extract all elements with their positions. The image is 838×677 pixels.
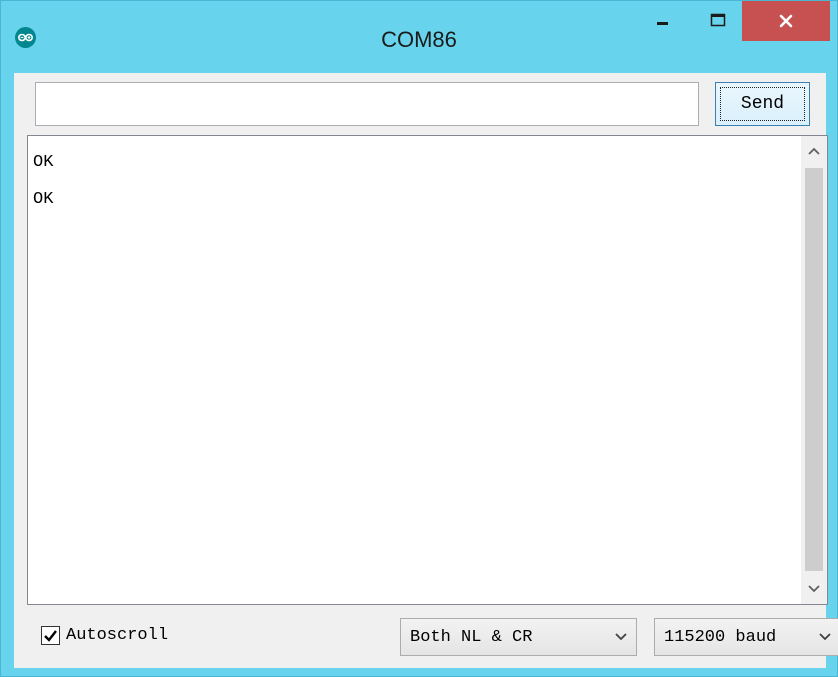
line-ending-value: Both NL & CR <box>410 627 533 647</box>
output-line: OK <box>33 190 54 209</box>
maximize-icon <box>710 13 726 27</box>
chevron-down-icon <box>615 633 627 641</box>
scroll-down-button[interactable] <box>801 574 827 604</box>
line-ending-select[interactable]: Both NL & CR <box>400 618 637 656</box>
chevron-up-icon <box>808 147 820 155</box>
checkmark-icon <box>44 630 57 642</box>
minimize-button[interactable] <box>640 1 686 39</box>
baud-rate-value: 115200 baud <box>664 627 777 647</box>
client-area: Send OK OK Autoscroll Both NL & CR 11520… <box>14 73 838 668</box>
autoscroll-toggle[interactable]: Autoscroll <box>41 626 168 645</box>
arduino-infinity-icon <box>15 27 36 48</box>
bottom-bar: Autoscroll Both NL & CR 115200 baud <box>27 613 838 658</box>
maximize-button[interactable] <box>696 1 740 39</box>
minimize-icon <box>657 22 668 25</box>
close-icon <box>779 14 793 28</box>
send-button[interactable]: Send <box>715 82 810 126</box>
focus-ring <box>720 87 805 121</box>
serial-output-area[interactable]: OK OK <box>27 135 828 605</box>
autoscroll-label: Autoscroll <box>66 626 169 645</box>
serial-monitor-window: COM86 Send OK OK Autoscroll Both NL & CR… <box>0 0 838 677</box>
autoscroll-checkbox[interactable] <box>41 626 60 645</box>
chevron-down-icon <box>808 585 820 593</box>
vertical-scrollbar[interactable] <box>801 136 827 604</box>
title-bar[interactable]: COM86 <box>1 1 837 73</box>
output-lines: OK OK <box>33 144 53 218</box>
baud-rate-select[interactable]: 115200 baud <box>654 618 838 656</box>
scroll-thumb[interactable] <box>805 168 823 571</box>
scroll-up-button[interactable] <box>801 136 827 166</box>
close-button[interactable] <box>742 1 830 41</box>
serial-input-field[interactable] <box>35 82 699 126</box>
chevron-down-icon <box>819 633 831 641</box>
output-line: OK <box>33 153 54 172</box>
